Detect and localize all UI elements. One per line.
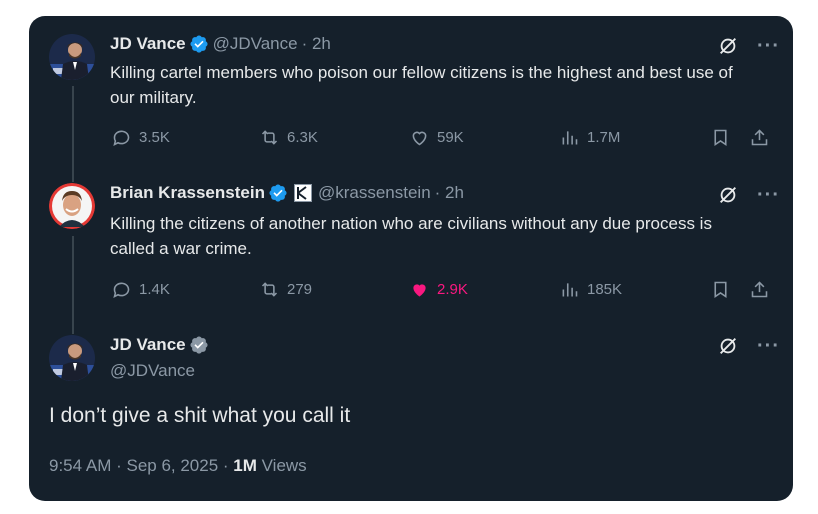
views-label: Views (256, 456, 307, 475)
like-button[interactable]: 2.9K (409, 279, 468, 300)
author-name[interactable]: JD Vance (110, 335, 186, 355)
tweet-controls: ··· (717, 335, 780, 357)
avatar[interactable] (49, 183, 95, 229)
views-icon (562, 283, 578, 297)
tweet-controls: ··· (717, 184, 780, 206)
tweet-header: JD Vance @JDVance · 2h (110, 34, 331, 54)
grok-icon[interactable] (717, 335, 739, 357)
like-count: 59K (437, 129, 464, 146)
views-icon (562, 131, 578, 145)
reply-count: 3.5K (139, 129, 170, 146)
thread-line (72, 86, 74, 182)
tweet-text: Killing cartel members who poison our fe… (110, 63, 733, 107)
author-handle[interactable]: @JDVance (110, 361, 195, 381)
more-options-icon[interactable]: ··· (757, 185, 780, 205)
views-count: 185K (587, 281, 623, 298)
share-button[interactable] (749, 127, 770, 148)
affiliate-badge-icon[interactable] (293, 184, 312, 202)
main-tweet-header: JD Vance (110, 335, 213, 355)
reply-button[interactable]: 1.4K (111, 279, 170, 300)
tweet-time[interactable]: · 2h (435, 183, 464, 203)
repost-icon (261, 130, 278, 145)
grok-icon[interactable] (717, 35, 739, 57)
tweet-meta: 9:54 AM · Sep 6, 2025 · 1M Views (49, 456, 307, 476)
avatar[interactable] (49, 335, 95, 381)
avatar[interactable] (49, 34, 95, 80)
tweet-actions: 1.4K 279 2.9K 185K (111, 279, 771, 303)
timestamp[interactable]: 9:54 AM · Sep 6, 2025 · (49, 456, 233, 475)
author-handle[interactable]: @krassenstein (318, 183, 431, 203)
repost-icon (261, 282, 278, 297)
repost-button[interactable]: 279 (259, 279, 312, 300)
reply-count: 1.4K (139, 281, 170, 298)
bookmark-icon (714, 281, 727, 298)
verified-badge-icon (269, 184, 287, 202)
share-icon (751, 129, 768, 146)
liked-heart-icon (413, 284, 426, 297)
repost-count: 279 (287, 281, 313, 298)
reply-button[interactable]: 3.5K (111, 127, 170, 148)
more-options-icon[interactable]: ··· (757, 336, 780, 356)
bookmark-icon (714, 129, 727, 146)
views-count: 1.7M (587, 129, 621, 146)
verified-badge-icon (190, 35, 208, 53)
reply-icon (113, 282, 130, 298)
bookmark-button[interactable] (710, 127, 731, 148)
repost-count: 6.3K (287, 129, 318, 146)
views-button[interactable]: 1.7M (559, 127, 620, 148)
share-icon (751, 281, 768, 298)
tweet-thread-card: JD Vance @JDVance · 2h ··· Killing carte… (29, 16, 793, 501)
share-button[interactable] (749, 279, 770, 300)
grok-icon[interactable] (717, 184, 739, 206)
views-button[interactable]: 185K (559, 279, 622, 300)
tweet-actions: 3.5K 6.3K 59K 1.7M (111, 127, 771, 151)
views-count: 1M (233, 456, 257, 475)
like-count: 2.9K (437, 281, 468, 298)
author-name[interactable]: JD Vance (110, 34, 186, 54)
more-options-icon[interactable]: ··· (757, 36, 780, 56)
bookmark-button[interactable] (710, 279, 731, 300)
verified-badge-icon (190, 336, 208, 354)
like-icon (412, 131, 427, 146)
like-button[interactable]: 59K (409, 127, 464, 148)
author-handle[interactable]: @JDVance (213, 34, 298, 54)
tweet-text: Killing the citizens of another nation w… (110, 214, 712, 258)
tweet-controls: ··· (717, 35, 780, 57)
repost-button[interactable]: 6.3K (259, 127, 318, 148)
thread-line (72, 236, 74, 334)
main-tweet-text: I don’t give a shit what you call it (49, 404, 351, 427)
tweet-header: Brian Krassenstein @krassenstein · 2h (110, 183, 464, 203)
reply-icon (113, 130, 130, 146)
author-name[interactable]: Brian Krassenstein (110, 183, 265, 203)
tweet-time[interactable]: · 2h (302, 34, 331, 54)
